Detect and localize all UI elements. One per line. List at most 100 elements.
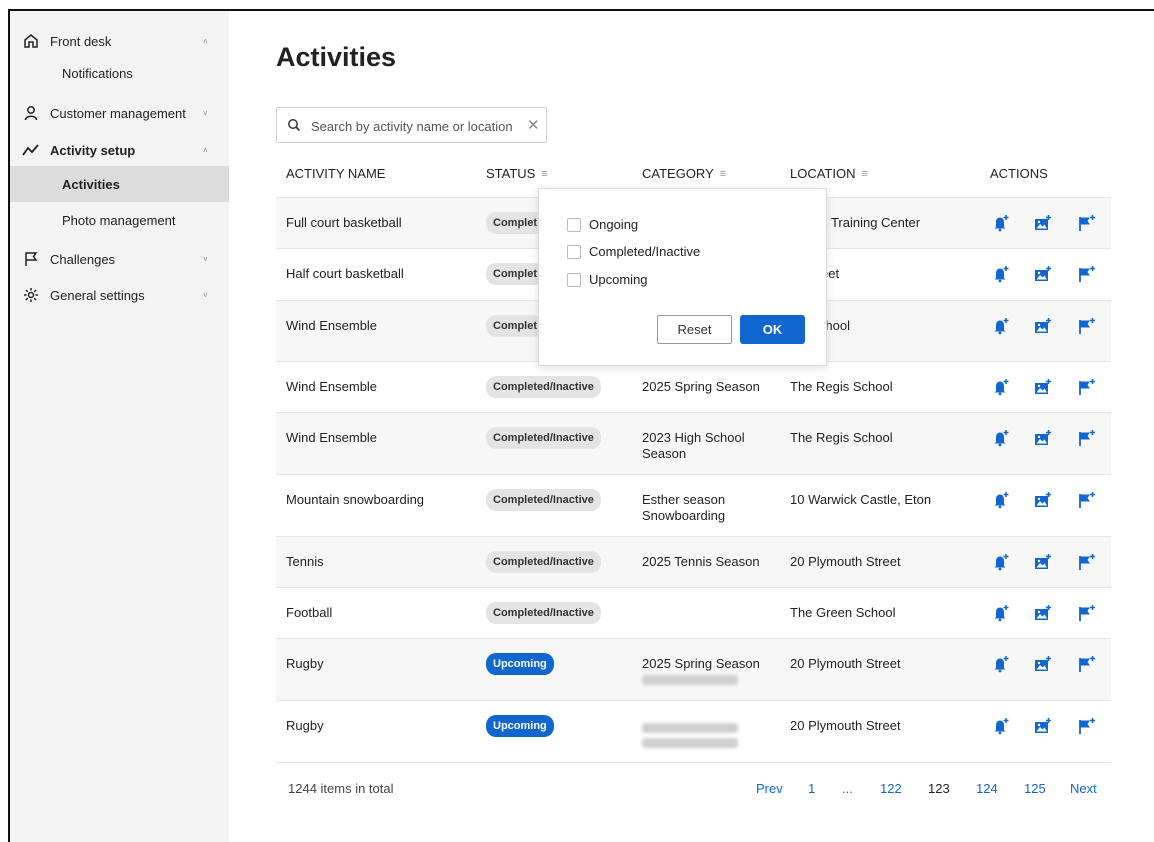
chevron-up-icon: ˄: [203, 36, 208, 46]
filter-option-upcoming[interactable]: Upcoming: [567, 272, 648, 287]
add-challenge-icon[interactable]: [1078, 717, 1096, 735]
category: 2023 High School Season: [642, 430, 745, 461]
add-challenge-icon[interactable]: [1078, 265, 1096, 283]
filter-option-ongoing[interactable]: Ongoing: [567, 217, 638, 232]
add-notification-icon[interactable]: [992, 214, 1010, 232]
location: The Regis School: [790, 430, 893, 445]
add-photo-icon[interactable]: [1034, 717, 1052, 735]
add-challenge-icon[interactable]: [1078, 214, 1096, 232]
add-notification-icon[interactable]: [992, 717, 1010, 735]
add-notification-icon[interactable]: [992, 429, 1010, 447]
add-photo-icon[interactable]: [1034, 317, 1052, 335]
location: 20 Plymouth Street: [790, 656, 901, 671]
sidebar-item-customer-management[interactable]: Customer management ˅: [10, 95, 229, 131]
sidebar-item-label: Notifications: [62, 65, 133, 81]
activity-name: Mountain snowboarding: [286, 492, 425, 507]
sidebar-item-activity-setup[interactable]: Activity setup ˄: [10, 132, 229, 168]
table-row[interactable]: Rugby Upcoming 2025 Spring Season 20 Plymou…: [276, 638, 1111, 700]
add-photo-icon[interactable]: [1034, 378, 1052, 396]
activity-name: Rugby: [286, 656, 324, 671]
status-badge: Completed/Inactive: [486, 551, 601, 573]
filter-option-label: Completed/Inactive: [589, 244, 701, 259]
add-photo-icon[interactable]: [1034, 214, 1052, 232]
sidebar-item-general-settings[interactable]: General settings ˅: [10, 277, 229, 313]
activity-name: Wind Ensemble: [286, 430, 378, 445]
add-notification-icon[interactable]: [992, 491, 1010, 509]
status-badge: Upcoming: [486, 653, 554, 675]
add-challenge-icon[interactable]: [1078, 378, 1096, 396]
add-photo-icon[interactable]: [1034, 553, 1052, 571]
sidebar-item-challenges[interactable]: Challenges ˅: [10, 241, 229, 277]
add-notification-icon[interactable]: [992, 265, 1010, 283]
activity-name: Football: [286, 605, 333, 620]
category: 2025 Spring Season: [642, 656, 782, 685]
add-photo-icon[interactable]: [1034, 429, 1052, 447]
filter-option-completed-inactive[interactable]: Completed/Inactive: [567, 244, 700, 259]
sidebar-item-activities[interactable]: Activities: [10, 166, 229, 202]
column-header-category: CATEGORY ≡: [642, 166, 727, 181]
status-badge: Completed/Inactive: [486, 427, 601, 449]
search-box: ✕: [276, 107, 547, 143]
add-notification-icon[interactable]: [992, 317, 1010, 335]
table-row[interactable]: Mountain snowboarding Completed/Inactive E…: [276, 474, 1111, 536]
table-row[interactable]: Football Completed/Inactive The Green Scho…: [276, 587, 1111, 638]
category: [642, 718, 782, 748]
sidebar-item-photo-management[interactable]: Photo management: [10, 202, 229, 238]
page-link-current[interactable]: 123: [928, 781, 950, 796]
status-badge: Upcoming: [486, 715, 554, 737]
status-badge: Completed/Inactive: [486, 489, 601, 511]
page-link-125[interactable]: 125: [1024, 781, 1046, 796]
add-notification-icon[interactable]: [992, 604, 1010, 622]
checkbox[interactable]: [567, 217, 581, 232]
gear-icon: [22, 286, 40, 304]
filter-icon[interactable]: ≡: [720, 168, 726, 180]
reset-button[interactable]: Reset: [657, 315, 732, 344]
column-header-actions: ACTIONS: [990, 166, 1048, 181]
chevron-down-icon: ˅: [203, 108, 208, 118]
checkbox[interactable]: [567, 272, 581, 287]
table-row[interactable]: Wind Ensemble Completed/Inactive 2023 High…: [276, 412, 1111, 474]
redacted-text: [642, 738, 738, 748]
checkbox[interactable]: [567, 244, 581, 259]
sidebar-item-front-desk[interactable]: Front desk ˄: [10, 23, 229, 59]
status-badge: Complet: [486, 315, 544, 337]
category: Esther season Snowboarding: [642, 492, 726, 523]
add-photo-icon[interactable]: [1034, 491, 1052, 509]
table-row[interactable]: Tennis Completed/Inactive 2025 Tennis Seas…: [276, 536, 1111, 587]
sidebar-item-label: General settings: [50, 287, 145, 303]
add-notification-icon[interactable]: [992, 553, 1010, 571]
search-input[interactable]: [311, 116, 516, 136]
filter-option-label: Upcoming: [589, 272, 648, 287]
column-header-activity-name: ACTIVITY NAME: [286, 166, 386, 181]
sidebar-item-label: Customer management: [50, 105, 186, 121]
activity-name: Full court basketball: [286, 215, 402, 230]
filter-icon[interactable]: ≡: [541, 168, 547, 180]
next-page-link[interactable]: Next: [1070, 781, 1097, 796]
add-challenge-icon[interactable]: [1078, 491, 1096, 509]
status-filter-dropdown: Ongoing Completed/Inactive Upcoming Rese…: [538, 188, 827, 366]
flag-icon: [22, 250, 40, 268]
add-photo-icon[interactable]: [1034, 655, 1052, 673]
table-row[interactable]: Wind Ensemble Completed/Inactive 2025 Spri…: [276, 361, 1111, 412]
page-link-1[interactable]: 1: [808, 781, 815, 796]
add-challenge-icon[interactable]: [1078, 553, 1096, 571]
prev-page-link[interactable]: Prev: [756, 781, 783, 796]
add-photo-icon[interactable]: [1034, 265, 1052, 283]
table-row[interactable]: Rugby Upcoming 20 Plymouth Street: [276, 700, 1111, 762]
add-challenge-icon[interactable]: [1078, 604, 1096, 622]
page-link-122[interactable]: 122: [880, 781, 902, 796]
add-notification-icon[interactable]: [992, 655, 1010, 673]
pagination-bar: 1244 items in total Prev 1 ... 122 123 1…: [276, 762, 1111, 812]
add-notification-icon[interactable]: [992, 378, 1010, 396]
sidebar-item-notifications[interactable]: Notifications: [10, 55, 229, 91]
add-challenge-icon[interactable]: [1078, 429, 1096, 447]
ok-button[interactable]: OK: [740, 315, 805, 344]
add-photo-icon[interactable]: [1034, 604, 1052, 622]
close-icon[interactable]: ✕: [527, 116, 540, 134]
redacted-text: [642, 675, 738, 685]
add-challenge-icon[interactable]: [1078, 655, 1096, 673]
filter-icon[interactable]: ≡: [862, 168, 868, 180]
chevron-down-icon: ˅: [203, 254, 208, 264]
add-challenge-icon[interactable]: [1078, 317, 1096, 335]
page-link-124[interactable]: 124: [976, 781, 998, 796]
